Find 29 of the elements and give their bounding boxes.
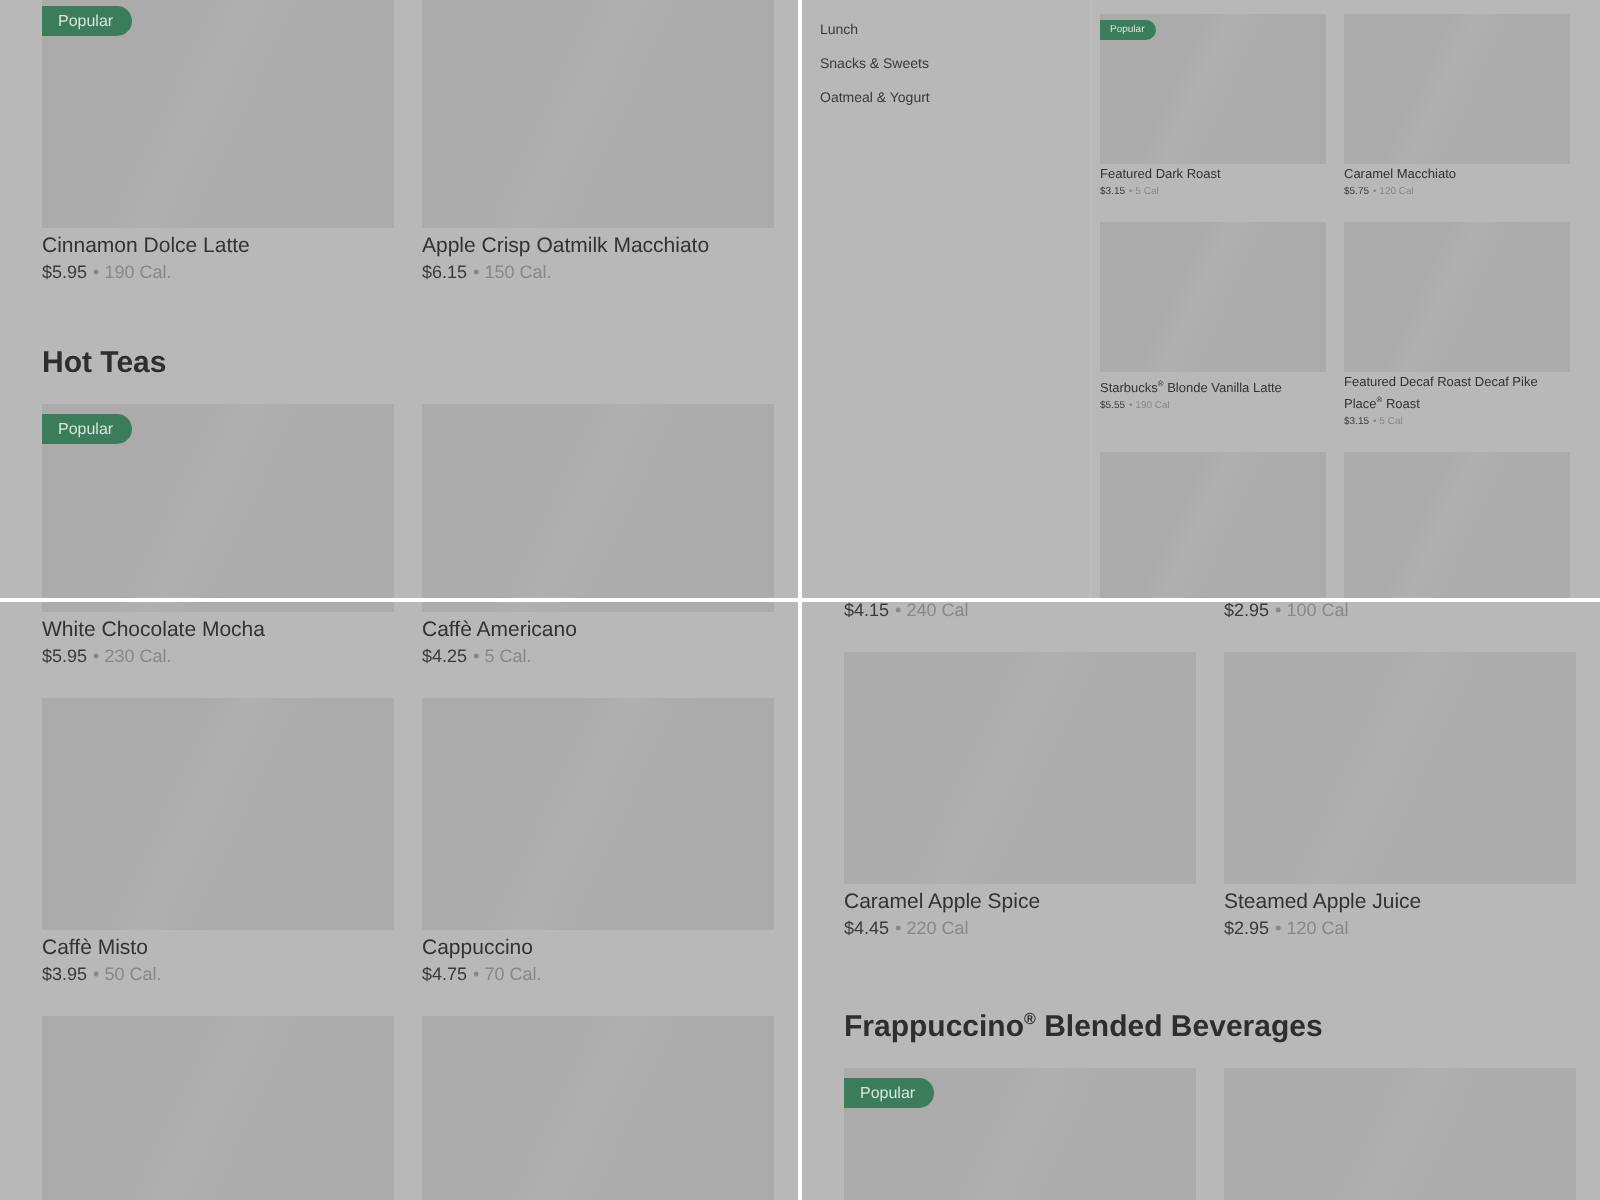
item-price: $5.95: [42, 644, 88, 668]
item-price: $4.45: [844, 916, 890, 940]
item-price: $4.75: [422, 962, 468, 986]
item-name[interactable]: White Chocolate Mocha: [42, 616, 394, 644]
item-name[interactable]: Caffè Americano: [422, 616, 774, 644]
item-name[interactable]: Caffè Misto: [42, 934, 394, 962]
item-name[interactable]: Cappuccino: [422, 934, 774, 962]
image-placeholder[interactable]: Popular: [42, 0, 394, 228]
image-placeholder[interactable]: [1344, 452, 1570, 598]
image-placeholder[interactable]: Popular: [844, 1068, 1196, 1200]
section-heading: Frappuccino$^{®}$ Blended Beverages: [844, 1008, 1325, 1048]
item-price: $4.15: [844, 602, 890, 622]
popular-badge: Popular: [42, 414, 132, 444]
item-name[interactable]: Apple Crisp Oatmilk Macchiato: [422, 232, 774, 260]
item-price: $6.15: [422, 260, 468, 284]
item-price: $5.95: [42, 260, 88, 284]
item-price: $2.95: [1224, 916, 1270, 940]
image-placeholder[interactable]: Popular: [42, 404, 394, 598]
item-price: $3.95: [42, 962, 88, 986]
image-placeholder[interactable]: [422, 404, 774, 598]
item-name[interactable]: Steamed Apple Juice: [1224, 888, 1576, 916]
item-name[interactable]: Cinnamon Dolce Latte: [42, 232, 394, 260]
section-heading: Hot Teas: [42, 344, 169, 384]
popular-badge: Popular: [42, 6, 132, 36]
item-price: $4.25: [422, 644, 468, 668]
item-price: $2.95: [1224, 602, 1270, 622]
popular-badge: Popular: [844, 1078, 934, 1108]
image-placeholder[interactable]: [1100, 452, 1326, 598]
item-name[interactable]: Caramel Apple Spice: [844, 888, 1196, 916]
